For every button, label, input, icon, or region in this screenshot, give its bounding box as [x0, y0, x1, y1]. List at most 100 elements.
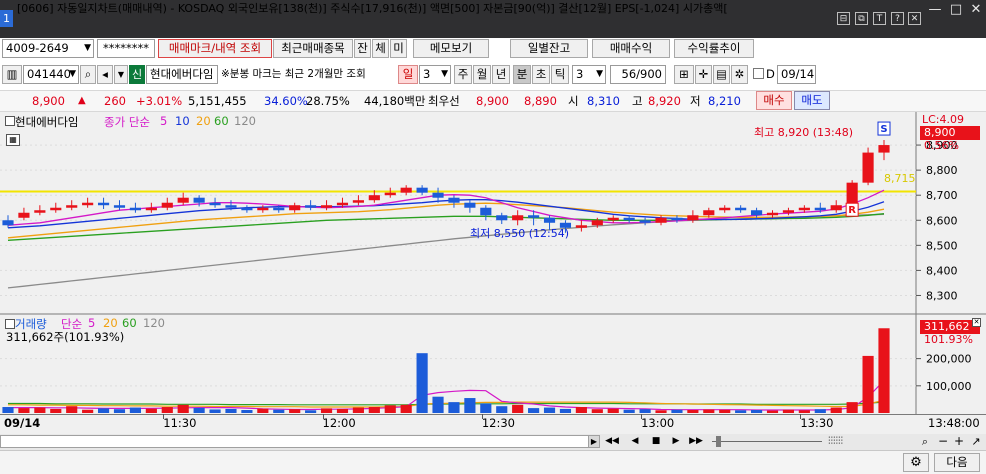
- memo-view-button[interactable]: 메모보기: [413, 39, 489, 58]
- zoom-slider-track[interactable]: [712, 441, 822, 442]
- scroll-right-icon[interactable]: ▶: [588, 435, 600, 448]
- settings-icon[interactable]: ✲: [731, 65, 748, 84]
- volume-bar: [496, 406, 508, 413]
- restore-window-icon[interactable]: ⧉: [855, 12, 868, 25]
- forward-icon[interactable]: ▶▶: [688, 435, 704, 448]
- chart-type-icon[interactable]: ⫶⫶⫶⫶⫶⫶: [828, 435, 913, 448]
- buy-button[interactable]: 매수: [756, 91, 792, 110]
- tab-minute[interactable]: 분: [513, 65, 531, 84]
- rewind-icon[interactable]: ◀◀: [604, 435, 620, 448]
- chart-icon[interactable]: ▥: [2, 65, 22, 84]
- collapse-volume-icon[interactable]: [5, 319, 15, 329]
- volume-bar: [830, 407, 842, 413]
- tab-monthly[interactable]: 월: [473, 65, 491, 84]
- search-icon[interactable]: ⌕: [80, 65, 96, 84]
- next-button[interactable]: 다음: [934, 453, 980, 472]
- horizontal-scrollbar[interactable]: [0, 435, 600, 448]
- close-icon[interactable]: ✕: [966, 0, 986, 20]
- date-checkbox-label: D: [766, 67, 775, 81]
- highlight-level-label: 8,715: [884, 172, 916, 185]
- volume-bar: [559, 408, 572, 413]
- zoom-in-icon[interactable]: ⌕: [918, 435, 932, 448]
- ma120-label: 120: [234, 114, 256, 128]
- tab-balance[interactable]: 잔: [354, 39, 371, 58]
- grid-table-icon[interactable]: ▦: [6, 134, 20, 146]
- price-tick-label: 8,500: [926, 239, 958, 252]
- vol-ma120-label: 120: [143, 316, 165, 330]
- minute-value-select[interactable]: 3 ▼: [572, 65, 606, 84]
- chart-tool-icon[interactable]: ⊞: [674, 65, 694, 84]
- date-field[interactable]: 09/14: [777, 65, 816, 84]
- volume-bar: [384, 405, 396, 413]
- candle-body: [862, 152, 874, 183]
- maximize-icon[interactable]: □: [946, 0, 966, 20]
- candle-body: [543, 217, 556, 223]
- link-icon[interactable]: ⊟: [837, 12, 850, 25]
- zoom-slider-handle[interactable]: [716, 436, 721, 447]
- candle-count[interactable]: 56/900: [610, 65, 666, 84]
- next-icon[interactable]: ▶: [668, 435, 684, 448]
- volume-bar: [528, 408, 540, 413]
- volume-bar: [34, 407, 46, 413]
- chevron-down-icon[interactable]: ▼: [114, 65, 128, 84]
- daily-balance-button[interactable]: 일별잔고: [510, 39, 588, 58]
- volume-bar: [241, 410, 253, 413]
- tab-second[interactable]: 초: [532, 65, 550, 84]
- date-checkbox[interactable]: [753, 68, 764, 79]
- chevron-down-icon[interactable]: ▼: [69, 66, 76, 83]
- volume-bar: [129, 407, 141, 413]
- help-icon[interactable]: ?: [891, 12, 904, 25]
- volume-bar: [735, 410, 747, 413]
- trade-profit-button[interactable]: 매매수익: [592, 39, 670, 58]
- tab-weekly[interactable]: 주: [454, 65, 472, 84]
- time-tick-label: 12:00: [322, 416, 356, 430]
- gear-icon[interactable]: ⚙: [903, 453, 929, 472]
- tab-recent-trade-items[interactable]: 최근매매종목: [273, 39, 353, 58]
- period-number-select[interactable]: 3 ▼: [419, 65, 451, 84]
- tab-daily[interactable]: 일: [398, 65, 418, 84]
- chevron-down-icon[interactable]: ▼: [84, 40, 91, 57]
- vol-ma5-label: 5: [88, 316, 96, 330]
- expand-arrow-icon[interactable]: ↗: [969, 435, 983, 448]
- text-size-icon[interactable]: T: [873, 12, 886, 25]
- price-tick-label: 8,400: [926, 264, 958, 277]
- tab-trade-mark-history[interactable]: 매매마크/내역 조회: [158, 39, 272, 58]
- current-volume-tag-value: 311,662: [924, 320, 970, 333]
- minimize-icon[interactable]: —: [925, 0, 945, 20]
- minute-value: 3: [576, 67, 584, 81]
- return-trend-button[interactable]: 수익률추이: [674, 39, 754, 58]
- candle-body: [289, 205, 301, 211]
- tab-tick[interactable]: 틱: [551, 65, 569, 84]
- speaker-icon[interactable]: ◂: [97, 65, 113, 84]
- crosshair-icon[interactable]: ✛: [695, 65, 712, 84]
- volume-bar: [878, 328, 890, 413]
- volume-bar: [846, 402, 858, 413]
- chevron-down-icon[interactable]: ▼: [441, 66, 448, 83]
- candle-body: [751, 210, 763, 216]
- stop-icon[interactable]: ■: [648, 435, 664, 448]
- tab-yearly[interactable]: 년: [492, 65, 510, 84]
- plus-icon[interactable]: +: [953, 435, 965, 448]
- stock-code-input[interactable]: 041440 ▼: [23, 65, 79, 84]
- close-small-icon[interactable]: ✕: [908, 12, 921, 25]
- candle-body: [177, 197, 189, 203]
- sell-button[interactable]: 매도: [794, 91, 830, 110]
- close-panel-icon[interactable]: ✕: [972, 318, 981, 327]
- volume-bar: [655, 410, 667, 413]
- volume-bar: [352, 407, 364, 413]
- candle-body: [703, 210, 715, 216]
- tab-executed[interactable]: 체: [372, 39, 389, 58]
- volume-bar: [543, 407, 556, 413]
- chevron-down-icon[interactable]: ▼: [596, 66, 603, 83]
- tab-unexecuted[interactable]: 미: [390, 39, 407, 58]
- password-field[interactable]: ********: [97, 39, 155, 58]
- zoom-out-icon[interactable]: −: [937, 435, 949, 448]
- chart-svg[interactable]: 8,900 8,800 8,700 8,600 8,500 8,400 8,300 200,…: [0, 112, 986, 434]
- save-icon[interactable]: ▤: [713, 65, 730, 84]
- time-tick-mark: [641, 414, 643, 419]
- collapse-price-icon[interactable]: [5, 116, 15, 126]
- account-select[interactable]: 4009-2649 ▼: [2, 39, 94, 58]
- prev-icon[interactable]: ◀: [627, 435, 643, 448]
- volume-bar: [97, 408, 110, 413]
- time-tick-label: 13:30: [800, 416, 834, 430]
